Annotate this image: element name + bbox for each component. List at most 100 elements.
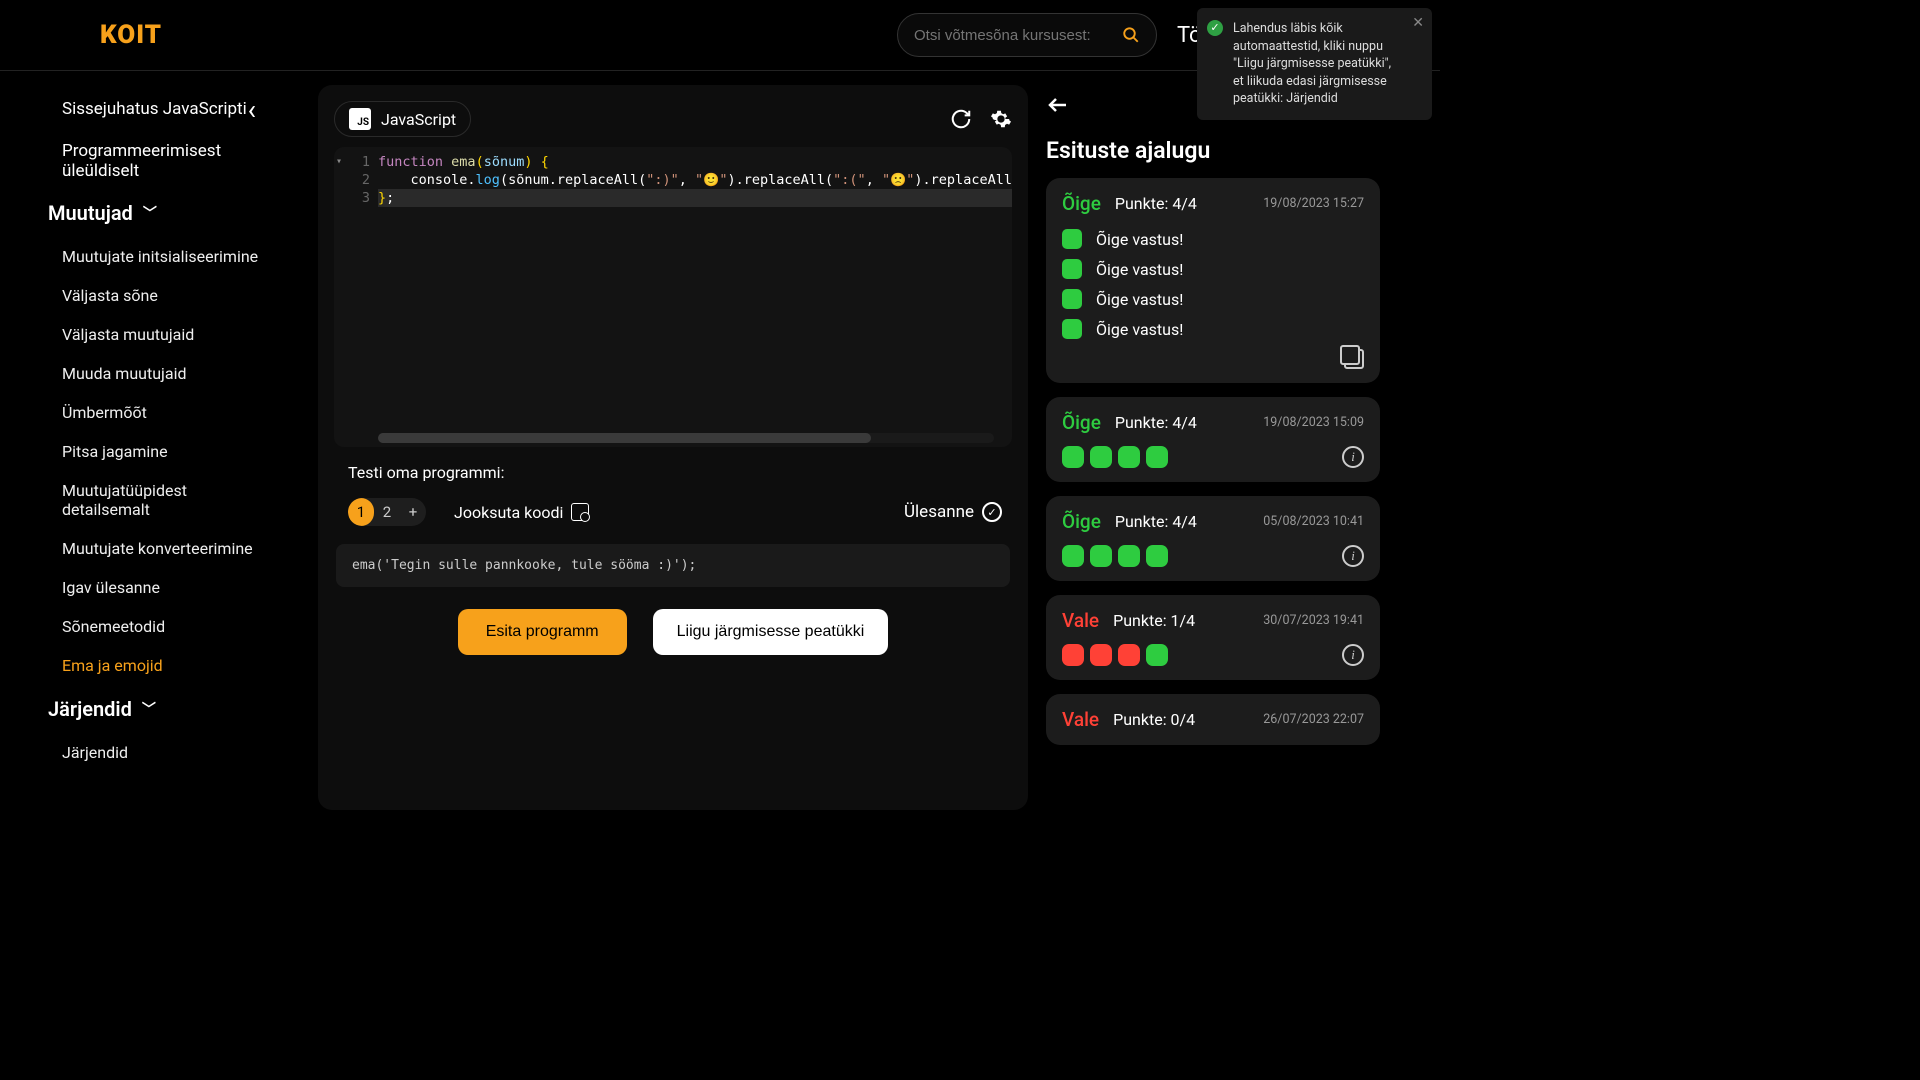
chevron-down-icon: ﹀	[142, 699, 156, 719]
reload-icon[interactable]	[950, 108, 972, 130]
history-panel: Esituste ajalugu Õige Punkte: 4/4 19/08/20…	[1046, 85, 1386, 810]
info-icon[interactable]: i	[1342, 446, 1364, 468]
sidebar: Sissejuhatus JavaScripti Programmeerimis…	[0, 71, 280, 810]
section-variables[interactable]: Muutujad ﹀	[0, 189, 280, 237]
sidebar-item[interactable]: Ema ja emojid	[0, 646, 280, 685]
history-card[interactable]: Õige Punkte: 4/4 05/08/2023 10:41 i	[1046, 496, 1380, 581]
result-dot	[1146, 644, 1168, 666]
language-badge: JS JavaScript	[334, 101, 471, 137]
search-input[interactable]	[914, 27, 1122, 44]
editor-panel: JS JavaScript 1▾23 function ema(sõnum) {…	[318, 85, 1028, 810]
check-icon: ✓	[1207, 20, 1223, 36]
answer-text: Õige vastus!	[1096, 260, 1183, 279]
section-arrays[interactable]: Järjendid ﹀	[0, 685, 280, 733]
status-square	[1062, 289, 1082, 309]
result-dot	[1146, 545, 1168, 567]
points-label: Punkte: 4/4	[1115, 194, 1197, 213]
history-card[interactable]: Vale Punkte: 1/4 30/07/2023 19:41 i	[1046, 595, 1380, 680]
task-check-icon: ✓	[982, 502, 1002, 522]
sidebar-item[interactable]: Järjendid	[0, 733, 280, 772]
result-dot	[1090, 644, 1112, 666]
status-square	[1062, 229, 1082, 249]
result-dot	[1062, 446, 1084, 468]
status-label: Õige	[1062, 510, 1101, 533]
test-section-label: Testi oma programmi:	[334, 463, 1012, 482]
answer-row: Õige vastus!	[1062, 289, 1364, 309]
code-editor[interactable]: 1▾23 function ema(sõnum) { console.log(s…	[334, 147, 1012, 447]
sidebar-item[interactable]: Igav ülesanne	[0, 568, 280, 607]
chevron-down-icon: ﹀	[143, 203, 157, 223]
result-dot	[1090, 446, 1112, 468]
history-card[interactable]: Vale Punkte: 0/4 26/07/2023 22:07	[1046, 694, 1380, 745]
card-date: 19/08/2023 15:27	[1263, 196, 1364, 211]
points-label: Punkte: 1/4	[1113, 611, 1195, 630]
status-label: Vale	[1062, 609, 1099, 632]
answer-row: Õige vastus!	[1062, 229, 1364, 249]
search-icon[interactable]	[1122, 26, 1140, 44]
test-input-display: ema('Tegin sulle pannkooke, tule sööma :…	[336, 544, 1010, 587]
result-dot	[1062, 545, 1084, 567]
answer-row: Õige vastus!	[1062, 319, 1364, 339]
run-label: Jooksuta koodi	[454, 503, 563, 522]
result-dot	[1118, 446, 1140, 468]
points-label: Punkte: 4/4	[1115, 413, 1197, 432]
sidebar-item[interactable]: Pitsa jagamine	[0, 432, 280, 471]
run-button[interactable]: Jooksuta koodi	[454, 503, 589, 522]
result-dot	[1118, 644, 1140, 666]
info-icon[interactable]: i	[1342, 644, 1364, 666]
course-search[interactable]	[897, 13, 1157, 57]
section-variables-label: Muutujad	[48, 201, 133, 225]
status-square	[1062, 259, 1082, 279]
sidebar-item[interactable]: Muuda muutujaid	[0, 354, 280, 393]
horizontal-scrollbar[interactable]	[378, 433, 994, 443]
test-tab[interactable]: 1	[348, 498, 374, 526]
next-chapter-button[interactable]: Liigu järgmisesse peatükki	[653, 609, 889, 655]
history-title: Esituste ajalugu	[1046, 137, 1380, 164]
answer-text: Õige vastus!	[1096, 320, 1183, 339]
sidebar-item[interactable]: Muutujatüüpidest detailsemalt	[0, 471, 280, 529]
card-date: 05/08/2023 10:41	[1263, 514, 1364, 529]
test-tabs: 12+	[348, 498, 426, 526]
sidebar-item[interactable]: Muutujate initsialiseerimine	[0, 237, 280, 276]
toast-text: Lahendus läbis kõik automaattestid, klik…	[1233, 21, 1391, 106]
close-icon[interactable]: ✕	[1412, 14, 1424, 34]
task-label: Ülesanne	[904, 502, 974, 522]
points-label: Punkte: 4/4	[1115, 512, 1197, 531]
brand-logo[interactable]: KOIT	[100, 20, 162, 50]
test-tab[interactable]: +	[400, 498, 426, 526]
result-dot	[1146, 446, 1168, 468]
task-link[interactable]: Ülesanne ✓	[904, 502, 1012, 522]
gear-icon[interactable]	[990, 108, 1012, 130]
status-label: Õige	[1062, 192, 1101, 215]
copy-icon[interactable]	[1344, 349, 1364, 369]
result-dot	[1062, 644, 1084, 666]
sidebar-item[interactable]: Väljasta sõne	[0, 276, 280, 315]
sidebar-item[interactable]: Ümbermõõt	[0, 393, 280, 432]
section-arrays-label: Järjendid	[48, 697, 132, 721]
back-arrow-icon[interactable]	[1046, 93, 1070, 117]
test-tab[interactable]: 2	[374, 498, 400, 526]
success-toast: ✓ Lahendus läbis kõik automaattestid, kl…	[1197, 8, 1432, 120]
sidebar-item-intro[interactable]: Programmeerimisest üleüldiselt	[0, 127, 280, 189]
sidebar-item[interactable]: Sõnemeetodid	[0, 607, 280, 646]
card-date: 30/07/2023 19:41	[1263, 613, 1364, 628]
result-dot	[1118, 545, 1140, 567]
history-card[interactable]: Õige Punkte: 4/4 19/08/2023 15:09 i	[1046, 397, 1380, 482]
language-label: JavaScript	[381, 110, 456, 129]
points-label: Punkte: 0/4	[1113, 710, 1195, 729]
run-icon	[571, 503, 589, 521]
status-label: Vale	[1062, 708, 1099, 731]
submit-button[interactable]: Esita programm	[458, 609, 627, 655]
sidebar-item[interactable]: Muutujate konverteerimine	[0, 529, 280, 568]
js-icon: JS	[349, 108, 371, 130]
info-icon[interactable]: i	[1342, 545, 1364, 567]
course-title[interactable]: Sissejuhatus JavaScripti	[0, 91, 280, 127]
status-label: Õige	[1062, 411, 1101, 434]
card-date: 26/07/2023 22:07	[1263, 712, 1364, 727]
sidebar-item[interactable]: Väljasta muutujaid	[0, 315, 280, 354]
answer-row: Õige vastus!	[1062, 259, 1364, 279]
history-card[interactable]: Õige Punkte: 4/4 19/08/2023 15:27 Õige vast…	[1046, 178, 1380, 383]
answer-text: Õige vastus!	[1096, 290, 1183, 309]
result-dot	[1090, 545, 1112, 567]
card-date: 19/08/2023 15:09	[1263, 415, 1364, 430]
